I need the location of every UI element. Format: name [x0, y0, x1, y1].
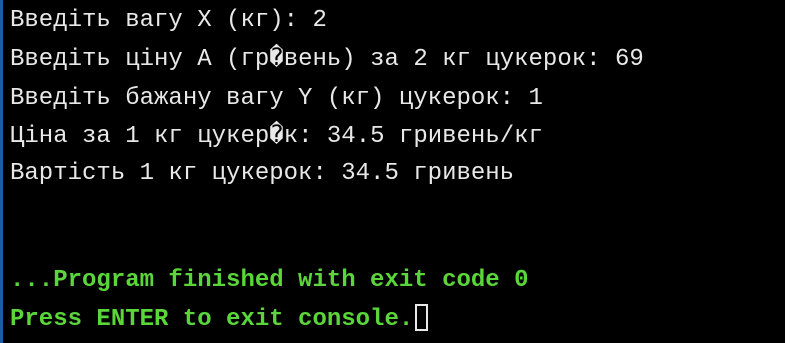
output-line-price: Введіть ціну A (гр�вень) за 2 кг цукерок… — [10, 46, 644, 73]
output-line-total-cost: Вартість 1 кг цукерок: 34.5 гривень — [10, 160, 515, 187]
output-line-weight: Введіть вагу X (кг): 2 — [10, 7, 327, 34]
output-line-price-per-kg: Ціна за 1 кг цукер�к: 34.5 гривень/кг — [10, 123, 543, 150]
console-window[interactable]: Введіть вагу X (кг): 2 Введіть ціну A (г… — [0, 0, 785, 343]
output-line-desired-weight: Введіть бажану вагу Y (кг) цукерок: 1 — [10, 85, 543, 112]
press-enter-text: Press ENTER to exit console. — [10, 306, 414, 333]
window-border — [0, 0, 3, 343]
text-cursor[interactable] — [415, 304, 429, 331]
exit-code-message: ...Program finished with exit code 0 — [10, 267, 529, 294]
press-enter-prompt: Press ENTER to exit console. — [10, 304, 429, 335]
